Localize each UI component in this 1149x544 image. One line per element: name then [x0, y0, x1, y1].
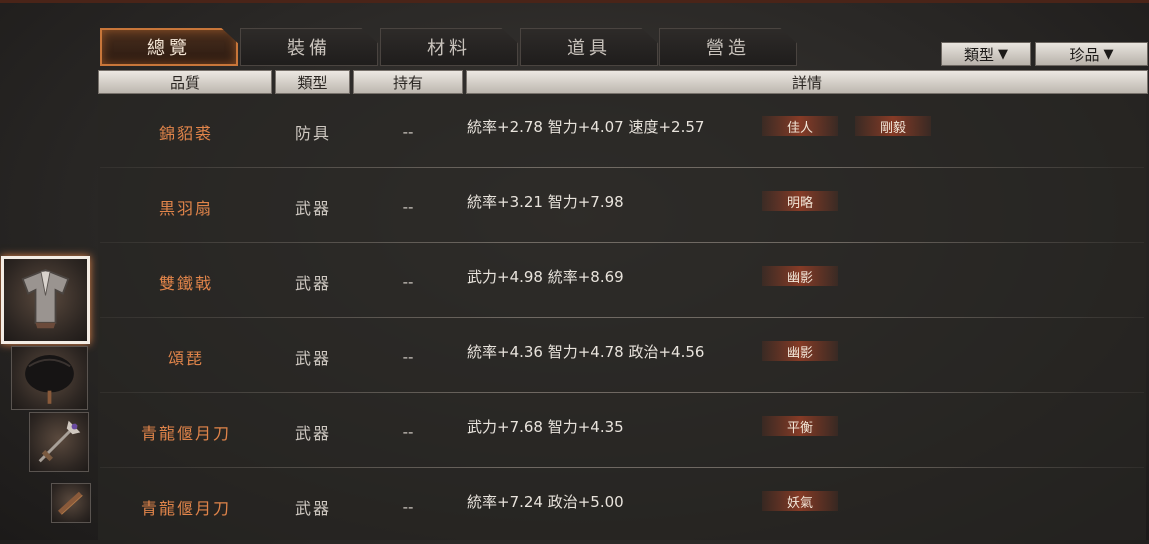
item-name: 黒羽扇 [158, 198, 213, 218]
trait-tag: 幽影 [762, 341, 838, 361]
column-header-held[interactable]: 持有 [353, 70, 463, 94]
chevron-down-icon: ▼ [1103, 46, 1114, 62]
column-header-type[interactable]: 類型 [275, 70, 350, 94]
item-held: -- [402, 422, 414, 441]
item-stats: 武力+7.68 智力+4.35 [467, 418, 624, 436]
item-held: -- [402, 497, 414, 516]
table-row[interactable]: 青龍偃月刀 武器 -- 統率+7.24 政治+5.00 妖氣 [98, 469, 1146, 544]
item-stats: 武力+4.98 統率+8.69 [467, 268, 624, 286]
item-type: 武器 [294, 348, 331, 368]
item-type: 武器 [294, 498, 331, 518]
item-held: -- [402, 272, 414, 291]
item-name: 青龍偃月刀 [140, 423, 231, 443]
feather-fan-icon [25, 355, 74, 404]
column-header-label: 品質 [169, 73, 200, 92]
thumbnail-fur-coat[interactable] [1, 256, 90, 344]
tab-label: 材料 [427, 38, 471, 59]
item-name: 錦貂裘 [158, 123, 213, 143]
tab-equipment[interactable]: 裝備 [240, 28, 378, 66]
trait-tag: 明略 [762, 191, 838, 211]
table-row[interactable]: 頌琵 武器 -- 統率+4.36 智力+4.78 政治+4.56 幽影 [98, 319, 1146, 394]
table-row[interactable]: 黒羽扇 武器 -- 統率+3.21 智力+7.98 明略 [98, 169, 1146, 244]
thumbnail-lute[interactable] [51, 483, 91, 523]
column-header-label: 類型 [297, 73, 328, 92]
trait-tag: 剛毅 [855, 116, 931, 136]
item-type: 防具 [294, 123, 331, 143]
tab-items[interactable]: 道具 [520, 28, 658, 66]
item-stats: 統率+4.36 智力+4.78 政治+4.56 [467, 343, 705, 361]
table-row[interactable]: 青龍偃月刀 武器 -- 武力+7.68 智力+4.35 平衡 [98, 394, 1146, 469]
rarity-filter-dropdown[interactable]: 珍品 ▼ [1035, 42, 1148, 66]
type-filter-dropdown[interactable]: 類型 ▼ [941, 42, 1031, 66]
item-held: -- [402, 347, 414, 366]
trait-tag: 平衡 [762, 416, 838, 436]
top-border [0, 0, 1149, 3]
column-header-quality[interactable]: 品質 [98, 70, 272, 94]
fur-coat-icon [21, 268, 70, 329]
lute-icon [58, 491, 83, 515]
table-row[interactable]: 雙鐵戟 武器 -- 武力+4.98 統率+8.69 幽影 [98, 244, 1146, 319]
trait-tag: 幽影 [762, 266, 838, 286]
type-filter-label: 類型 [963, 45, 994, 64]
item-held: -- [402, 122, 414, 141]
trait-tag: 佳人 [762, 116, 838, 136]
table-row[interactable]: 錦貂裘 防具 -- 統率+2.78 智力+4.07 速度+2.57 佳人 剛毅 [98, 94, 1146, 169]
item-stats: 統率+7.24 政治+5.00 [467, 493, 624, 511]
tab-label: 總覽 [147, 38, 191, 59]
column-header-details[interactable]: 詳情 [466, 70, 1148, 94]
item-name: 青龍偃月刀 [140, 498, 231, 518]
tab-label: 裝備 [287, 38, 331, 59]
tab-label: 營造 [706, 38, 750, 59]
item-stats: 統率+2.78 智力+4.07 速度+2.57 [467, 118, 705, 136]
tab-label: 道具 [567, 38, 611, 59]
item-type: 武器 [294, 423, 331, 443]
item-held: -- [402, 197, 414, 216]
item-type: 武器 [294, 198, 331, 218]
chevron-down-icon: ▼ [998, 46, 1008, 62]
tab-construction[interactable]: 營造 [659, 28, 797, 66]
item-name: 頌琵 [167, 348, 204, 368]
halberd-icon [38, 420, 81, 463]
item-stats: 統率+3.21 智力+7.98 [467, 193, 624, 211]
trait-tag: 妖氣 [762, 491, 838, 511]
item-type: 武器 [294, 273, 331, 293]
item-name: 雙鐵戟 [158, 273, 213, 293]
column-header-label: 持有 [392, 73, 423, 92]
column-header-label: 詳情 [791, 73, 822, 92]
tab-materials[interactable]: 材料 [380, 28, 518, 66]
thumbnail-feather-fan[interactable] [11, 346, 88, 410]
thumbnail-halberd[interactable] [29, 412, 89, 472]
rarity-filter-label: 珍品 [1069, 45, 1100, 64]
tab-overview[interactable]: 總覽 [100, 28, 238, 66]
